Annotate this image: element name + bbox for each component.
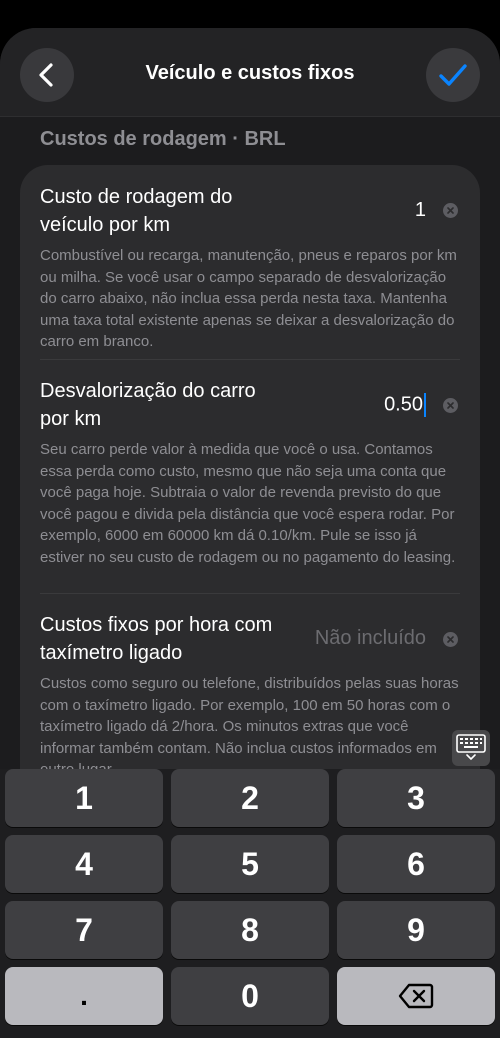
key-decimal[interactable]: .: [5, 967, 163, 1025]
delete-key[interactable]: [337, 967, 495, 1025]
fixed-hourly-cost-description: Custos como seguro ou telefone, distribu…: [40, 675, 459, 778]
key-2[interactable]: 2: [171, 769, 329, 827]
clear-x-icon[interactable]: [443, 632, 458, 647]
text-cursor: [424, 393, 426, 417]
running-cost-input[interactable]: 1: [415, 199, 426, 222]
numeric-keypad: 1 2 3 4 5 6 7 8 9 . 0: [0, 769, 500, 1038]
checkmark-icon: [439, 64, 467, 86]
clear-x-icon[interactable]: [443, 203, 458, 218]
fixed-hourly-cost-label: Custos fixos por hora com taxímetro liga…: [40, 614, 273, 664]
key-7[interactable]: 7: [5, 901, 163, 959]
settings-card: Custo de rodagem do veículo por km 1 Com…: [20, 165, 480, 865]
key-4[interactable]: 4: [5, 835, 163, 893]
confirm-button[interactable]: [426, 48, 480, 102]
key-6[interactable]: 6: [337, 835, 495, 893]
clear-x-icon[interactable]: [443, 398, 458, 413]
backspace-icon: [398, 983, 434, 1009]
page-title: Veículo e custos fixos: [145, 62, 355, 84]
depreciation-description: Seu carro perde valor à medida que você …: [40, 441, 456, 566]
depreciation-label: Desvalorização do carro por km: [40, 380, 256, 430]
fixed-hourly-cost-input[interactable]: Não incluído: [315, 627, 426, 650]
depreciation-row: Desvalorização do carro por km 0.50 Seu …: [40, 377, 460, 577]
running-cost-row: Custo de rodagem do veículo por km 1 Com…: [40, 183, 460, 350]
key-9[interactable]: 9: [337, 901, 495, 959]
running-cost-description: Combustível ou recarga, manutenção, pneu…: [40, 247, 457, 350]
key-0[interactable]: 0: [171, 967, 329, 1025]
navigation-header: Veículo e custos fixos: [0, 28, 500, 116]
key-8[interactable]: 8: [171, 901, 329, 959]
keyboard-dismiss-icon: [456, 734, 486, 761]
row-divider: [40, 359, 460, 360]
key-1[interactable]: 1: [5, 769, 163, 827]
running-cost-label: Custo de rodagem do veículo por km: [40, 186, 233, 236]
depreciation-value: 0.50: [384, 393, 423, 416]
depreciation-input[interactable]: 0.50: [384, 393, 426, 417]
key-5[interactable]: 5: [171, 835, 329, 893]
key-3[interactable]: 3: [337, 769, 495, 827]
section-title: Custos de rodagem · BRL: [40, 128, 286, 150]
row-divider: [40, 593, 460, 594]
keyboard-dismiss-button[interactable]: [452, 730, 490, 766]
header-divider: [0, 116, 500, 117]
